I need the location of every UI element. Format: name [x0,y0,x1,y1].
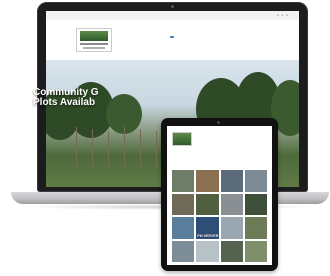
gallery-photo[interactable] [244,217,267,239]
gallery-photo[interactable] [220,240,243,262]
nav-item[interactable] [184,36,188,38]
nav-item[interactable] [156,36,160,38]
fence-post [124,127,125,167]
site-header [46,20,299,60]
gallery-photo[interactable] [172,170,195,192]
gallery-photo[interactable] [196,170,219,192]
fence-post [92,129,93,167]
tablet-nav [197,132,269,138]
nav-item-active[interactable] [170,36,174,38]
gallery-photo[interactable] [196,240,219,262]
gallery-photo[interactable] [244,240,267,262]
social-icons[interactable]: ● ● ● [277,13,289,17]
logo-caption-line [80,43,108,45]
tablet-screen: PM SERVER [167,126,272,265]
camera-icon [217,121,220,124]
gallery-photo[interactable]: PM SERVER [196,217,219,239]
nav-item[interactable] [149,36,153,38]
gallery-photo[interactable] [220,193,243,215]
tablet-site-header [167,126,272,164]
fence-post [76,127,77,167]
photo-gallery: PM SERVER [172,170,267,262]
gallery-photo[interactable] [196,193,219,215]
logo-caption-line [83,47,105,49]
tablet: PM SERVER [161,118,278,271]
gallery-photo[interactable] [172,193,195,215]
gallery-photo[interactable] [220,217,243,239]
site-logo[interactable] [76,28,112,52]
photo-label: PM SERVER [197,233,219,238]
gallery-photo[interactable] [172,217,195,239]
gallery-photo[interactable] [220,170,243,192]
gallery-photo[interactable] [244,193,267,215]
gallery-photo[interactable] [172,240,195,262]
hero-title-line2: Plots Availab [33,97,96,108]
nav-item[interactable] [142,36,146,38]
nav-item[interactable] [177,36,181,38]
camera-icon [171,5,174,8]
gallery-photo[interactable] [244,170,267,192]
fence-post [140,129,141,167]
logo-image [80,31,108,41]
fence-post [108,131,109,167]
nav-item[interactable] [163,36,167,38]
site-nav [142,36,188,38]
site-logo[interactable] [172,132,192,146]
fence-post [156,131,157,167]
